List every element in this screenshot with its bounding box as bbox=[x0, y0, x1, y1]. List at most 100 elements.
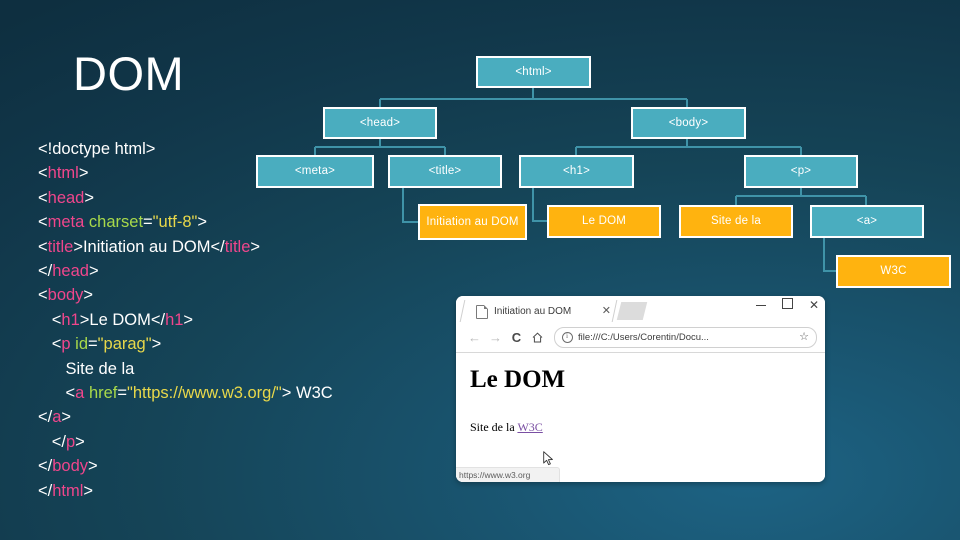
code-line: <body> bbox=[38, 283, 418, 307]
code-token: id bbox=[75, 335, 89, 354]
address-bar-url: file:///C:/Users/Corentin/Docu... bbox=[578, 332, 709, 343]
code-line: <h1>Le DOM</h1> bbox=[38, 308, 418, 332]
slide-canvas: DOM <!doctype html> <html> <head> <meta cha… bbox=[0, 0, 960, 540]
code-token: </ bbox=[38, 262, 53, 281]
tree-node-meta: <meta> bbox=[256, 155, 374, 188]
code-token: < bbox=[38, 286, 48, 305]
maximize-icon[interactable] bbox=[781, 298, 793, 311]
code-token: "https://www.w3.org/" bbox=[127, 384, 282, 403]
code-token: Le DOM bbox=[89, 310, 151, 329]
code-token: title bbox=[224, 237, 251, 256]
rendered-page-paragraph: Site de la W3C bbox=[470, 420, 825, 434]
code-token: body bbox=[52, 457, 89, 476]
page-title: DOM bbox=[73, 47, 185, 100]
browser-toolbar: ← → C file:///C:/Users/Corentin/Docu... … bbox=[456, 324, 825, 351]
page-document-icon bbox=[476, 304, 488, 319]
tree-node-label: <head> bbox=[359, 116, 401, 129]
code-token: head bbox=[52, 262, 89, 281]
code-token: </ bbox=[150, 310, 166, 329]
w3c-link[interactable]: W3C bbox=[517, 420, 542, 434]
minimize-icon[interactable] bbox=[755, 299, 766, 311]
code-token: > bbox=[88, 262, 99, 281]
code-line: Site de la bbox=[38, 357, 418, 381]
tree-node-label: <h1> bbox=[562, 165, 591, 177]
tree-node-p: <p> bbox=[744, 155, 858, 188]
code-token: < bbox=[38, 213, 48, 232]
browser-viewport: Le DOM Site de la W3C https://www.w3.org bbox=[456, 353, 825, 482]
tree-node-txt-h1: Le DOM bbox=[547, 205, 661, 238]
code-token: </ bbox=[38, 457, 53, 476]
code-token: </ bbox=[38, 432, 66, 451]
code-token: < bbox=[38, 310, 62, 329]
tree-node-html: <html> bbox=[476, 56, 591, 88]
tree-node-txt-p: Site de la bbox=[679, 205, 793, 238]
code-token: charset bbox=[88, 213, 144, 232]
code-token: p bbox=[65, 432, 76, 451]
tree-node-label: Le DOM bbox=[581, 215, 627, 227]
code-token: W3C bbox=[296, 384, 333, 403]
browser-status-bar: https://www.w3.org bbox=[456, 467, 560, 482]
tree-node-label: W3C bbox=[880, 265, 907, 277]
code-token: </ bbox=[38, 481, 53, 500]
browser-tab-title: Initiation au DOM bbox=[494, 306, 572, 317]
browser-chrome: Initiation au DOM ✕ ✕ ← → C i file:///C:… bbox=[456, 296, 825, 353]
code-token: > bbox=[79, 310, 90, 329]
code-token: > bbox=[61, 408, 72, 427]
back-icon[interactable]: ← bbox=[464, 331, 485, 344]
tree-node-label: <body> bbox=[668, 116, 709, 129]
code-token: head bbox=[47, 188, 85, 207]
new-tab-button[interactable] bbox=[616, 302, 648, 320]
code-token: h1 bbox=[61, 310, 80, 329]
code-token: title bbox=[47, 237, 74, 256]
code-token: < bbox=[38, 335, 62, 354]
code-line: <meta charset="utf-8"> bbox=[38, 210, 418, 234]
tree-node-label: <meta> bbox=[294, 165, 336, 177]
code-token: < bbox=[38, 164, 48, 183]
code-token: meta bbox=[47, 213, 85, 232]
browser-tab[interactable]: Initiation au DOM ✕ bbox=[470, 299, 615, 324]
forward-icon[interactable]: → bbox=[485, 331, 506, 344]
code-line: <a href="https://www.w3.org/"> W3C bbox=[38, 381, 418, 405]
code-token: > bbox=[281, 384, 297, 403]
close-icon[interactable]: ✕ bbox=[809, 299, 819, 311]
code-token: </ bbox=[210, 237, 225, 256]
code-token: "utf-8" bbox=[152, 213, 198, 232]
code-token: Site de la bbox=[38, 359, 135, 378]
code-line: </body> bbox=[38, 454, 418, 478]
code-token: > bbox=[83, 481, 94, 500]
bookmark-star-icon[interactable]: ☆ bbox=[799, 332, 809, 343]
code-token: > bbox=[73, 237, 83, 256]
code-line: </a> bbox=[38, 405, 418, 429]
code-line: </p> bbox=[38, 430, 418, 454]
tree-node-label: Site de la bbox=[711, 215, 761, 227]
paragraph-text: Site de la bbox=[470, 419, 518, 434]
rendered-page-heading: Le DOM bbox=[470, 366, 566, 393]
code-token: html bbox=[47, 164, 79, 183]
code-token: = bbox=[143, 213, 153, 232]
page-info-icon[interactable] bbox=[562, 331, 573, 343]
code-token: html bbox=[52, 481, 84, 500]
code-token: = bbox=[88, 335, 98, 354]
code-token: > bbox=[151, 335, 162, 354]
code-token: a bbox=[75, 384, 85, 403]
code-token: = bbox=[117, 384, 128, 403]
status-bar-url: https://www.w3.org bbox=[459, 470, 531, 480]
code-token: < bbox=[38, 188, 48, 207]
code-token: > bbox=[78, 164, 89, 183]
address-bar[interactable]: file:///C:/Users/Corentin/Docu... ☆ bbox=[554, 327, 817, 348]
code-token: < bbox=[38, 237, 48, 256]
mouse-cursor-icon bbox=[543, 451, 553, 466]
html-source-code-listing: <!doctype html> <html> <head> <meta charset… bbox=[38, 137, 418, 503]
code-token: <!doctype html> bbox=[38, 140, 156, 158]
code-token: "parag" bbox=[97, 335, 152, 354]
code-token: Initiation au DOM bbox=[82, 237, 211, 256]
reload-icon[interactable]: C bbox=[506, 331, 527, 344]
tree-node-label: <html> bbox=[515, 65, 552, 78]
code-token: > bbox=[75, 432, 85, 451]
tab-close-icon[interactable]: ✕ bbox=[602, 306, 611, 317]
tree-node-a: <a> bbox=[810, 205, 924, 238]
tree-node-label: <a> bbox=[856, 215, 878, 227]
code-token: > bbox=[250, 237, 261, 256]
code-line: <title>Initiation au DOM</title> bbox=[38, 235, 418, 259]
home-icon[interactable] bbox=[527, 332, 548, 343]
